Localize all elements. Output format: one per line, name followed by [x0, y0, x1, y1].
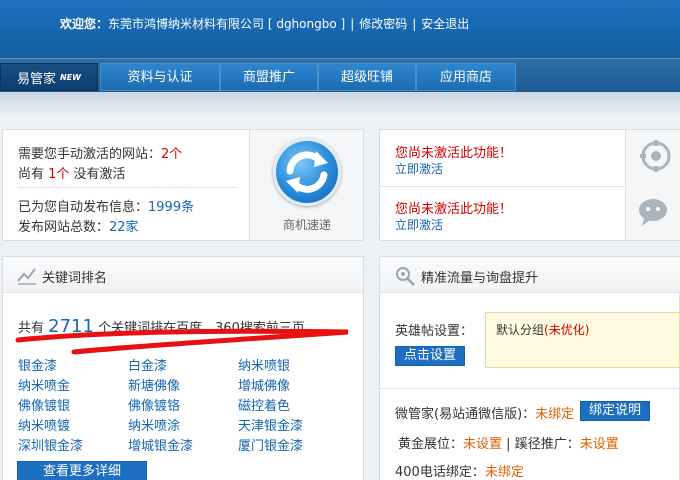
keyword-link[interactable]: 白金漆 — [128, 355, 167, 374]
tab-alliance-promotion[interactable]: 商盟推广 — [220, 63, 318, 91]
auto-count[interactable]: 1999条 — [148, 200, 194, 215]
logout-link[interactable]: 安全退出 — [421, 17, 469, 31]
pending-label: 尚有 — [18, 167, 49, 182]
keyword-link[interactable]: 佛像镀银 — [18, 395, 70, 414]
divider — [18, 187, 236, 188]
default-group-box: 默认分组(未优化) — [485, 312, 680, 368]
tab-profile-certification[interactable]: 资料与认证 — [100, 63, 220, 91]
keyword-link[interactable]: 银金漆 — [18, 355, 57, 374]
keyword-link[interactable]: 纳米喷银 — [238, 355, 290, 374]
red-highlight-stroke — [15, 328, 349, 355]
traffic-panel-title: 精准流量与询盘提升 — [421, 271, 539, 286]
trend-chart-icon — [17, 265, 37, 285]
welcome-bar: 欢迎您：东莞市鸿博纳米材料有限公司 [ dghongbo ] | 修改密码 | 安全退出 — [60, 15, 469, 32]
wechat-manager-line: 微管家(易站通微信版)：未绑定 — [395, 403, 574, 422]
separator: | — [502, 437, 515, 452]
phone-status[interactable]: 未绑定 — [485, 465, 524, 480]
keyword-link[interactable]: 佛像镀铬 — [128, 395, 180, 414]
top-header: 欢迎您：东莞市鸿博纳米材料有限公司 [ dghongbo ] | 修改密码 | 安全退出 — [0, 0, 680, 58]
tab-yiguanjia[interactable]: 易管家 NEW — [0, 63, 98, 91]
main-nav: 易管家 NEW 资料与认证 商盟推广 超级旺铺 应用商店 — [0, 58, 680, 92]
header-shadow — [0, 92, 680, 116]
activate-now-link[interactable]: 立即激活 — [395, 160, 443, 177]
auto-publish-line: 已为您自动发布信息：1999条 — [18, 196, 194, 215]
pending-count[interactable]: 1个 — [48, 167, 69, 182]
manual-label: 需要您手动激活的网站： — [18, 147, 162, 162]
path-status[interactable]: 未设置 — [580, 437, 619, 452]
keyword-link[interactable]: 纳米喷涂 — [128, 415, 180, 434]
tab-super-shop[interactable]: 超级旺铺 — [318, 63, 416, 91]
set-hero-post-button[interactable]: 点击设置 — [395, 346, 465, 366]
wechat-status: 未绑定 — [535, 407, 575, 422]
sites-count[interactable]: 22家 — [109, 220, 139, 235]
auto-label: 已为您自动发布信息： — [18, 200, 149, 215]
divider — [380, 186, 625, 187]
wechat-label: 微管家(易站通微信版)： — [395, 407, 536, 422]
sites-label: 发布网站总数： — [18, 220, 110, 235]
new-badge: NEW — [60, 73, 81, 82]
tab-app-store[interactable]: 应用商店 — [416, 63, 516, 91]
site-total-line: 发布网站总数：22家 — [18, 216, 139, 235]
view-more-button[interactable]: 查看更多详细 — [17, 461, 147, 480]
business-express-label: 商机速递 — [282, 218, 331, 232]
divider — [380, 388, 680, 389]
keyword-panel-title: 关键词排名 — [42, 271, 108, 286]
company-name: 东莞市鸿博纳米材料有限公司 [ dghongbo ] — [108, 17, 346, 31]
activate-now-link[interactable]: 立即激活 — [395, 216, 443, 233]
keyword-link[interactable]: 增城银金漆 — [128, 435, 193, 454]
separator: | — [412, 17, 417, 31]
pending-activation-line: 尚有 1个 没有激活 — [18, 163, 126, 182]
gold-booth-line: 黄金展位：未设置 | 蹊径推广：未设置 — [398, 433, 619, 452]
default-group-label: 默认分组 — [496, 323, 545, 337]
tab-label: 易管家 — [17, 72, 57, 87]
welcome-label: 欢迎您： — [60, 17, 109, 31]
globe-gear-icon[interactable] — [636, 138, 672, 174]
keyword-link[interactable]: 磁控着色 — [238, 395, 290, 414]
phone-binding-line: 400电话绑定：未绑定 — [395, 461, 524, 480]
alert-warning: 您尚未激活此功能！ — [395, 202, 513, 217]
path-label: 蹊径推广： — [514, 437, 580, 452]
refresh-arrows-icon — [273, 138, 341, 206]
manual-activation-line: 需要您手动激活的网站：2个 — [18, 143, 182, 162]
magnifier-target-icon — [394, 265, 416, 287]
change-password-link[interactable]: 修改密码 — [359, 17, 407, 31]
keyword-link[interactable]: 纳米喷金 — [18, 375, 70, 394]
keyword-link[interactable]: 天津银金漆 — [238, 415, 303, 434]
separator: | — [350, 17, 355, 31]
not-optimized-status: (未优化) — [544, 323, 590, 337]
wechat-icon[interactable] — [636, 194, 672, 230]
manual-count[interactable]: 2个 — [161, 147, 182, 162]
keyword-link[interactable]: 深圳银金漆 — [18, 435, 83, 454]
hero-post-label: 英雄帖设置： — [395, 324, 474, 339]
pending-suffix: 没有激活 — [69, 167, 126, 182]
keyword-link[interactable]: 增城佛像 — [238, 375, 290, 394]
alert-warning: 您尚未激活此功能！ — [395, 146, 513, 161]
gold-label: 黄金展位： — [398, 437, 464, 452]
keyword-link[interactable]: 新塘佛像 — [128, 375, 180, 394]
business-express-tile[interactable]: 商机速递 — [249, 130, 363, 240]
binding-help-button[interactable]: 绑定说明 — [580, 401, 650, 421]
phone-label: 400电话绑定： — [395, 465, 485, 480]
keyword-link[interactable]: 纳米喷镀 — [18, 415, 70, 434]
keyword-link[interactable]: 厦门银金漆 — [238, 435, 303, 454]
gold-status[interactable]: 未设置 — [463, 437, 502, 452]
